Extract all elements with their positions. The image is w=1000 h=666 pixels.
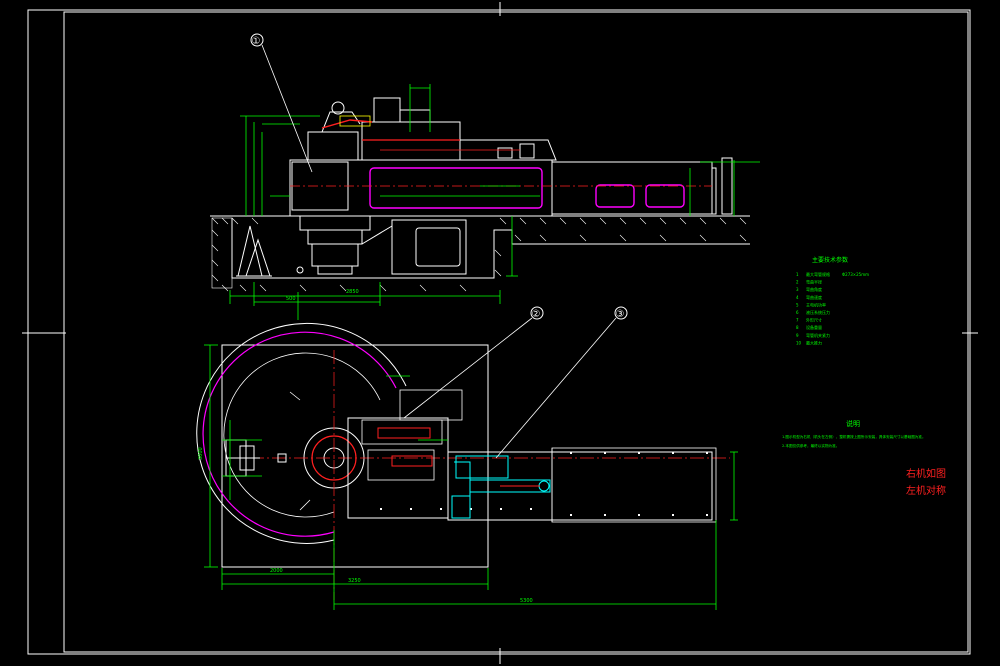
support-frame [236,225,272,277]
ground-hatch [210,215,750,292]
side-note-left: 左机对称 [906,484,946,497]
param-no: 6 [796,310,799,315]
param-name: 弯曲速度 [806,294,822,300]
param-name: 弯曲半径 [806,279,822,285]
dim-plan-long: 5300 [520,598,533,604]
balloon-2: ② [532,309,541,320]
note-2: 2.本图仅供参考，最终以实物为准。 [782,443,839,448]
carriage-slot [369,167,543,209]
bed-bolt-holes [380,452,708,516]
plan-view: 3000 2000 3250 5300 ② ③ [196,306,738,610]
clamp-block-mid [367,449,435,481]
dim-plan-height: 3000 [198,447,204,460]
turntable-drive [296,215,467,275]
param-no: 4 [796,295,799,300]
dim-top-base: 500 [286,296,296,302]
param-name: 弯管机夹紧力 [806,332,830,338]
param-name: 弯曲角度 [806,286,822,292]
bend-die-arc-inner [223,352,381,518]
param-no: 2 [796,280,799,285]
foundation-pit [231,218,750,279]
clamp-block-red [377,427,431,439]
param-value: Φ273×25mm [842,272,869,277]
parameter-table: 主要技术参数 1 最大弯管规格 Φ273×25mm 2 弯曲半径 3 弯曲角度 4 弯曲速度 5 主… [796,256,869,345]
bend-die-arc-outer [196,322,407,544]
param-no: 9 [796,333,799,338]
dim-plan-total: 3250 [348,578,361,584]
dim-plan-inner: 2000 [270,568,283,574]
cad-drawing-sheet: 2850 500 ① 3000 2000 3250 5300 ② ③ 主要技术参… [22,2,978,664]
centering-marks [22,2,978,664]
notes-title: 说明 [846,419,860,428]
pit-outer [211,217,233,289]
leader-2 [403,317,533,419]
balloon-3: ③ [616,309,625,320]
param-name: 设备重量 [806,324,822,330]
balloon-1: ① [252,36,261,47]
note-1: 1.图示机型为右机（机头在左侧），整机需按上图所示安装，具体安装尺寸以基础图为准… [782,434,926,439]
param-name: 最大推力 [806,339,822,345]
clamp-housing [399,389,463,421]
clamp-die-red [321,119,373,129]
inner-sheet-border [63,11,969,653]
bed-plan-rail [551,447,717,523]
param-no: 10 [796,340,802,345]
elevation-dims [229,84,760,320]
side-note-right: 右机如图 [906,467,946,480]
param-no: 7 [796,318,799,323]
params-rows: 1 最大弯管规格 Φ273×25mm 2 弯曲半径 3 弯曲角度 4 弯曲速度 5 主电机功率 6 液压… [796,271,869,345]
leader-1 [261,44,313,173]
notes-block: 说明 1.图示机型为右机（机头在左侧），整机需按上图所示安装，具体安装尺寸以基础… [782,419,926,448]
param-name: 液压系统压力 [806,309,830,315]
param-no: 1 [796,272,799,277]
dim-top-total: 2850 [346,289,359,295]
bend-die-arc-magenta [202,331,397,537]
param-no: 3 [796,287,799,292]
bed-window-2 [645,184,685,208]
bed-window-1 [595,184,635,208]
bed-end-cap [721,157,733,215]
elevation-view: 2850 500 ① [210,33,760,320]
param-no: 5 [796,302,799,307]
param-name: 主电机功率 [806,301,826,307]
bend-die-wedge [289,391,311,511]
clamp-carriage [347,417,449,519]
param-name: 外形尺寸 [806,317,822,323]
params-title: 主要技术参数 [812,256,848,264]
follower-slot [391,455,433,467]
param-name: 最大弯管规格 [806,271,830,277]
bed-end-step [712,167,717,215]
param-no: 8 [796,325,799,330]
leader-3 [495,317,617,459]
bending-head [307,97,557,161]
